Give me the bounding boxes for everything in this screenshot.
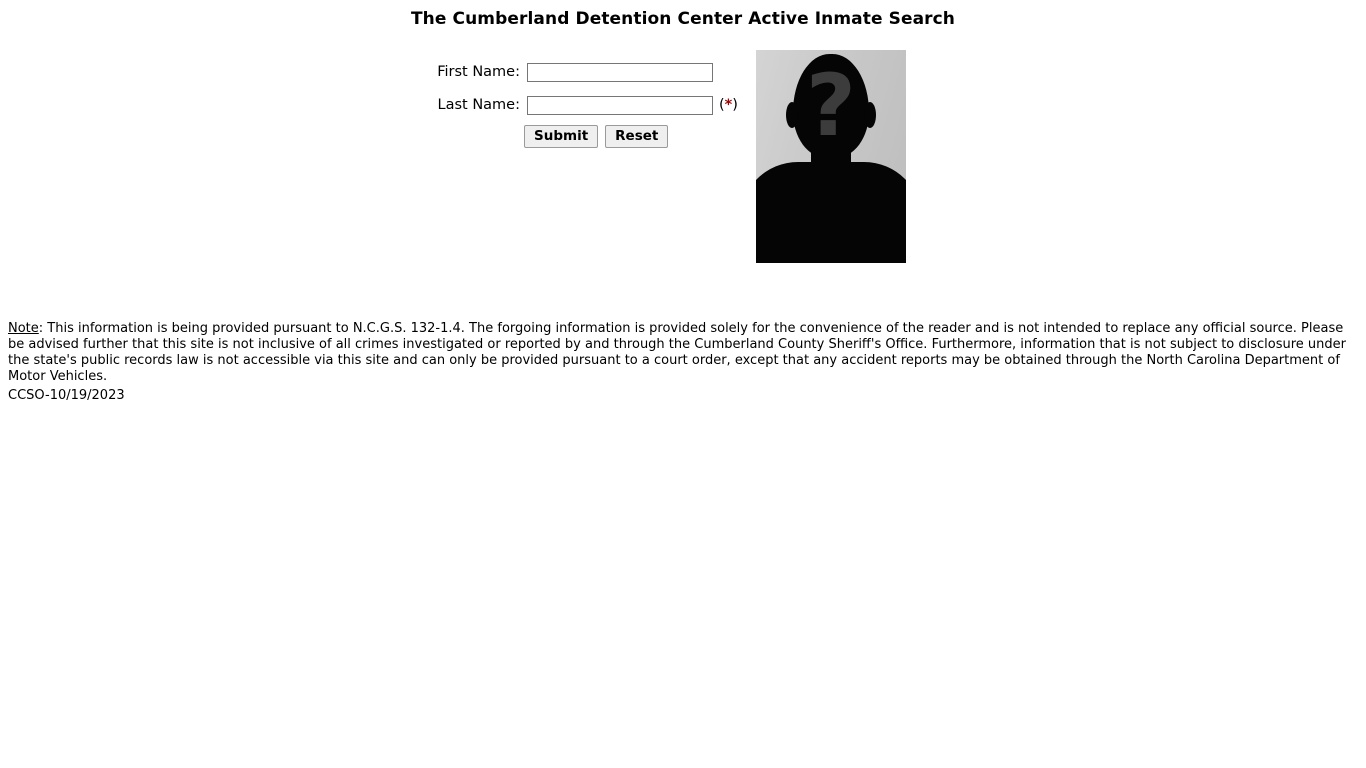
submit-button[interactable]: Submit: [524, 125, 599, 148]
inmate-photo-placeholder: ?: [756, 50, 906, 263]
inmate-search-form: First Name: Last Name: (*) Submit Reset: [406, 59, 751, 148]
last-name-row: Last Name: (*): [406, 92, 751, 118]
disclaimer-note: Note: This information is being provided…: [8, 321, 1358, 385]
reset-button[interactable]: Reset: [605, 125, 669, 148]
last-name-input[interactable]: [527, 95, 713, 115]
page-title: The Cumberland Detention Center Active I…: [410, 9, 956, 29]
required-paren-close: ): [732, 97, 738, 113]
question-mark-icon: ?: [806, 56, 856, 156]
first-name-row: First Name:: [406, 59, 751, 85]
search-content-row: First Name: Last Name: (*) Submit Reset …: [0, 50, 1366, 270]
note-label: Note: [8, 321, 39, 336]
first-name-input[interactable]: [527, 62, 713, 82]
silhouette-shoulders: [756, 162, 906, 263]
form-button-row: Submit Reset: [524, 125, 751, 148]
last-name-label: Last Name:: [437, 97, 520, 113]
footer-stamp: CCSO-10/19/2023: [8, 388, 125, 403]
note-body: This information is being provided pursu…: [8, 321, 1347, 384]
required-field-marker: (*): [719, 97, 738, 113]
first-name-label: First Name:: [437, 64, 520, 80]
